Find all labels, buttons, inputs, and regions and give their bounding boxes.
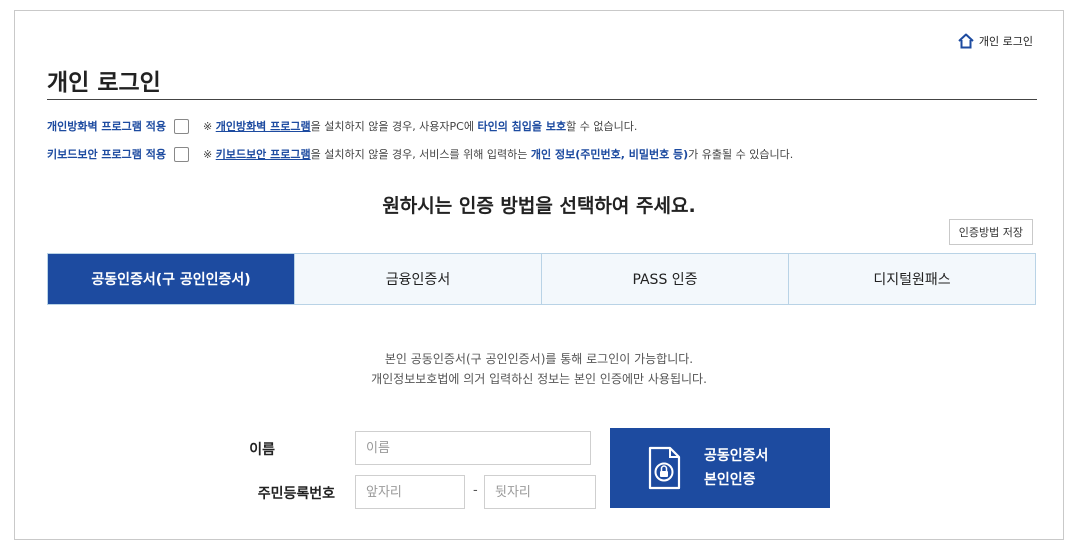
certificate-auth-button[interactable]: 공동인증서 본인인증 [610, 428, 830, 508]
auth-method-tabs: 공동인증서(구 공인인증서) 금융인증서 PASS 인증 디지털원패스 [47, 253, 1036, 305]
login-panel: 개인 로그인 개인 로그인 개인방화벽 프로그램 적용 ※ 개인방화벽 프로그램… [14, 10, 1064, 540]
firewall-option-row: 개인방화벽 프로그램 적용 ※ 개인방화벽 프로그램을 설치하지 않을 경우, … [47, 118, 637, 134]
firewall-note: ※ 개인방화벽 프로그램을 설치하지 않을 경우, 사용자PC에 타인의 침입을… [202, 120, 638, 133]
home-link[interactable]: 개인 로그인 [957, 33, 1033, 49]
auth-description-line: 본인 공동인증서(구 공인인증서)를 통해 로그인이 가능합니다. [384, 352, 694, 366]
tab-joint-certificate[interactable]: 공동인증서(구 공인인증서) [48, 254, 294, 304]
certificate-auth-label: 공동인증서 본인인증 [704, 448, 769, 488]
name-input[interactable] [355, 431, 591, 465]
auth-description-line: 개인정보보호법에 의거 입력하신 정보는 본인 인증에만 사용됩니다. [371, 372, 707, 386]
title-divider [47, 99, 1037, 100]
tab-financial-certificate[interactable]: 금융인증서 [294, 254, 541, 304]
tab-pass-auth[interactable]: PASS 인증 [541, 254, 788, 304]
save-auth-method-button[interactable]: 인증방법 저장 [948, 219, 1033, 245]
firewall-checkbox[interactable] [173, 118, 189, 134]
tab-digital-onepass[interactable]: 디지털원패스 [788, 254, 1035, 304]
home-icon [958, 33, 974, 49]
keyboard-option-row: 키보드보안 프로그램 적용 ※ 키보드보안 프로그램을 설치하지 않을 경우, … [47, 146, 793, 162]
auth-description: 본인 공동인증서(구 공인인증서)를 통해 로그인이 가능합니다. 개인정보보호… [15, 349, 1063, 389]
keyboard-option-label: 키보드보안 프로그램 적용 [47, 148, 166, 161]
rrn-label: 주민등록번호 [257, 486, 335, 502]
firewall-option-label: 개인방화벽 프로그램 적용 [47, 120, 166, 133]
home-link-label: 개인 로그인 [978, 35, 1033, 48]
keyboard-note: ※ 키보드보안 프로그램을 설치하지 않을 경우, 서비스를 위해 입력하는 개… [202, 148, 794, 161]
name-label: 이름 [249, 442, 275, 458]
rrn-back-input[interactable] [484, 475, 596, 509]
rrn-separator: - [473, 483, 478, 498]
certificate-lock-icon [648, 446, 681, 490]
keyboard-checkbox[interactable] [173, 146, 189, 162]
page-title: 개인 로그인 [47, 70, 161, 96]
rrn-front-input[interactable] [355, 475, 465, 509]
auth-method-headline: 원하시는 인증 방법을 선택하여 주세요. [382, 195, 696, 217]
